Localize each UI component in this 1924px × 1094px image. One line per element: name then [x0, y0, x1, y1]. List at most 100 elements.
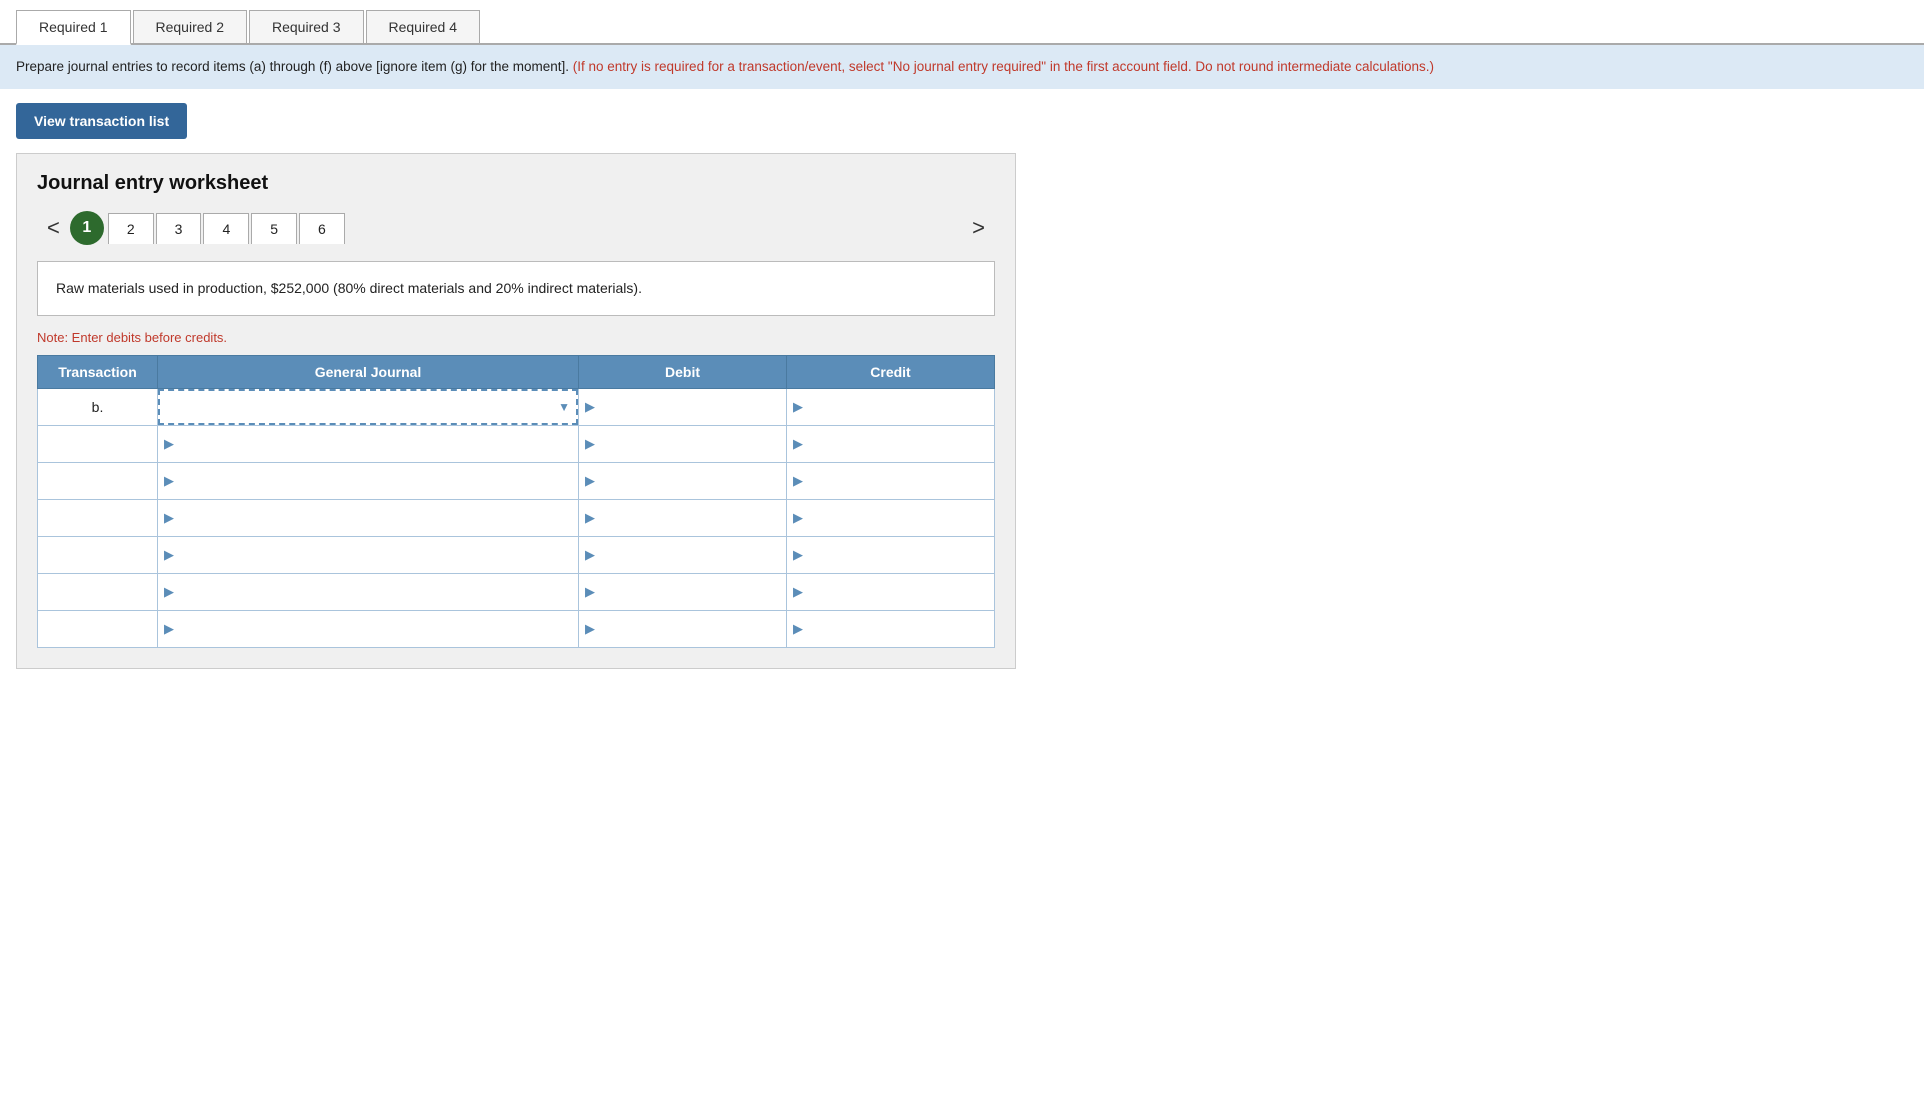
credit-cell[interactable]: ▶ — [787, 537, 995, 574]
debit-arrow-icon: ▶ — [585, 584, 595, 600]
debit-cell[interactable]: ▶ — [579, 537, 787, 574]
tab-required2[interactable]: Required 2 — [133, 10, 248, 43]
credit-cell[interactable]: ▶ — [787, 389, 995, 426]
credit-input[interactable] — [807, 621, 988, 637]
debit-arrow-icon: ▶ — [585, 399, 595, 415]
debit-cell[interactable]: ▶ — [579, 611, 787, 648]
table-row: ▶ ▶ ▶ — [38, 463, 995, 500]
page-tab-2[interactable]: 2 — [108, 213, 154, 244]
credit-input[interactable] — [807, 584, 988, 600]
view-transaction-list-button[interactable]: View transaction list — [16, 103, 187, 139]
table-row: ▶ ▶ ▶ — [38, 574, 995, 611]
credit-cell[interactable]: ▶ — [787, 611, 995, 648]
table-row: ▶ ▶ ▶ — [38, 426, 995, 463]
active-page-bubble[interactable]: 1 — [70, 211, 104, 245]
credit-input[interactable] — [807, 510, 988, 526]
journal-input-first[interactable] — [166, 399, 552, 415]
debit-cell[interactable]: ▶ — [579, 389, 787, 426]
page-tab-6[interactable]: 6 — [299, 213, 345, 244]
journal-input[interactable] — [178, 621, 572, 637]
debit-arrow-icon: ▶ — [585, 473, 595, 489]
table-row: ▶ ▶ ▶ — [38, 537, 995, 574]
debit-arrow-icon: ▶ — [585, 621, 595, 637]
row-arrow-icon: ▶ — [164, 584, 174, 600]
page-tab-4[interactable]: 4 — [203, 213, 249, 244]
row-arrow-icon: ▶ — [164, 473, 174, 489]
worksheet-container: Journal entry worksheet < 1 2 3 4 5 6 > … — [16, 153, 1016, 669]
debit-input[interactable] — [599, 547, 780, 563]
worksheet-title: Journal entry worksheet — [37, 172, 995, 195]
debit-cell[interactable]: ▶ — [579, 500, 787, 537]
credit-cell[interactable]: ▶ — [787, 574, 995, 611]
debit-input[interactable] — [599, 621, 780, 637]
journal-input-cell[interactable]: ▶ — [158, 426, 579, 463]
row-arrow-icon: ▶ — [164, 510, 174, 526]
credit-cell[interactable]: ▶ — [787, 463, 995, 500]
transaction-cell — [38, 463, 158, 500]
journal-input[interactable] — [178, 584, 572, 600]
nav-row: < 1 2 3 4 5 6 > — [37, 211, 995, 245]
journal-input-cell[interactable]: ▶ — [158, 611, 579, 648]
journal-input-cell[interactable]: ▼ — [158, 389, 579, 426]
credit-arrow-icon: ▶ — [793, 510, 803, 526]
transaction-cell: b. — [38, 389, 158, 426]
table-row: b.▼ ▶ ▶ — [38, 389, 995, 426]
debit-cell[interactable]: ▶ — [579, 463, 787, 500]
credit-arrow-icon: ▶ — [793, 547, 803, 563]
credit-arrow-icon: ▶ — [793, 473, 803, 489]
credit-input[interactable] — [807, 473, 988, 489]
th-credit: Credit — [787, 356, 995, 389]
journal-input[interactable] — [178, 436, 572, 452]
journal-input[interactable] — [178, 473, 572, 489]
instruction-red-text: (If no entry is required for a transacti… — [573, 59, 1434, 74]
journal-input-cell[interactable]: ▶ — [158, 500, 579, 537]
instruction-box: Prepare journal entries to record items … — [0, 45, 1924, 89]
row-arrow-icon: ▶ — [164, 547, 174, 563]
debit-input[interactable] — [599, 584, 780, 600]
th-general-journal: General Journal — [158, 356, 579, 389]
nav-right-arrow[interactable]: > — [962, 211, 995, 245]
transaction-cell — [38, 574, 158, 611]
credit-input[interactable] — [807, 436, 988, 452]
debit-input[interactable] — [599, 473, 780, 489]
credit-arrow-icon: ▶ — [793, 399, 803, 415]
journal-table: Transaction General Journal Debit Credit… — [37, 355, 995, 648]
tab-required3[interactable]: Required 3 — [249, 10, 364, 43]
journal-input-cell[interactable]: ▶ — [158, 463, 579, 500]
debit-cell[interactable]: ▶ — [579, 574, 787, 611]
journal-input[interactable] — [178, 547, 572, 563]
page-tab-5[interactable]: 5 — [251, 213, 297, 244]
debit-input[interactable] — [599, 510, 780, 526]
credit-cell[interactable]: ▶ — [787, 426, 995, 463]
transaction-cell — [38, 537, 158, 574]
tab-required4[interactable]: Required 4 — [366, 10, 481, 43]
journal-input[interactable] — [178, 510, 572, 526]
note-text: Note: Enter debits before credits. — [37, 330, 995, 345]
tab-required1[interactable]: Required 1 — [16, 10, 131, 45]
journal-input-cell[interactable]: ▶ — [158, 537, 579, 574]
row-arrow-icon: ▶ — [164, 621, 174, 637]
credit-arrow-icon: ▶ — [793, 436, 803, 452]
debit-arrow-icon: ▶ — [585, 510, 595, 526]
credit-input[interactable] — [807, 547, 988, 563]
debit-input[interactable] — [599, 436, 780, 452]
credit-input[interactable] — [807, 399, 988, 415]
row-arrow-icon: ▶ — [164, 436, 174, 452]
transaction-cell — [38, 611, 158, 648]
debit-input[interactable] — [599, 399, 780, 415]
instruction-black-text: Prepare journal entries to record items … — [16, 59, 569, 74]
debit-arrow-icon: ▶ — [585, 436, 595, 452]
tabs-bar: Required 1 Required 2 Required 3 Require… — [0, 0, 1924, 45]
credit-arrow-icon: ▶ — [793, 621, 803, 637]
debit-cell[interactable]: ▶ — [579, 426, 787, 463]
description-box: Raw materials used in production, $252,0… — [37, 261, 995, 316]
th-transaction: Transaction — [38, 356, 158, 389]
transaction-cell — [38, 500, 158, 537]
nav-left-arrow[interactable]: < — [37, 211, 70, 245]
journal-input-cell[interactable]: ▶ — [158, 574, 579, 611]
table-row: ▶ ▶ ▶ — [38, 611, 995, 648]
page-tab-3[interactable]: 3 — [156, 213, 202, 244]
th-debit: Debit — [579, 356, 787, 389]
debit-arrow-icon: ▶ — [585, 547, 595, 563]
credit-cell[interactable]: ▶ — [787, 500, 995, 537]
